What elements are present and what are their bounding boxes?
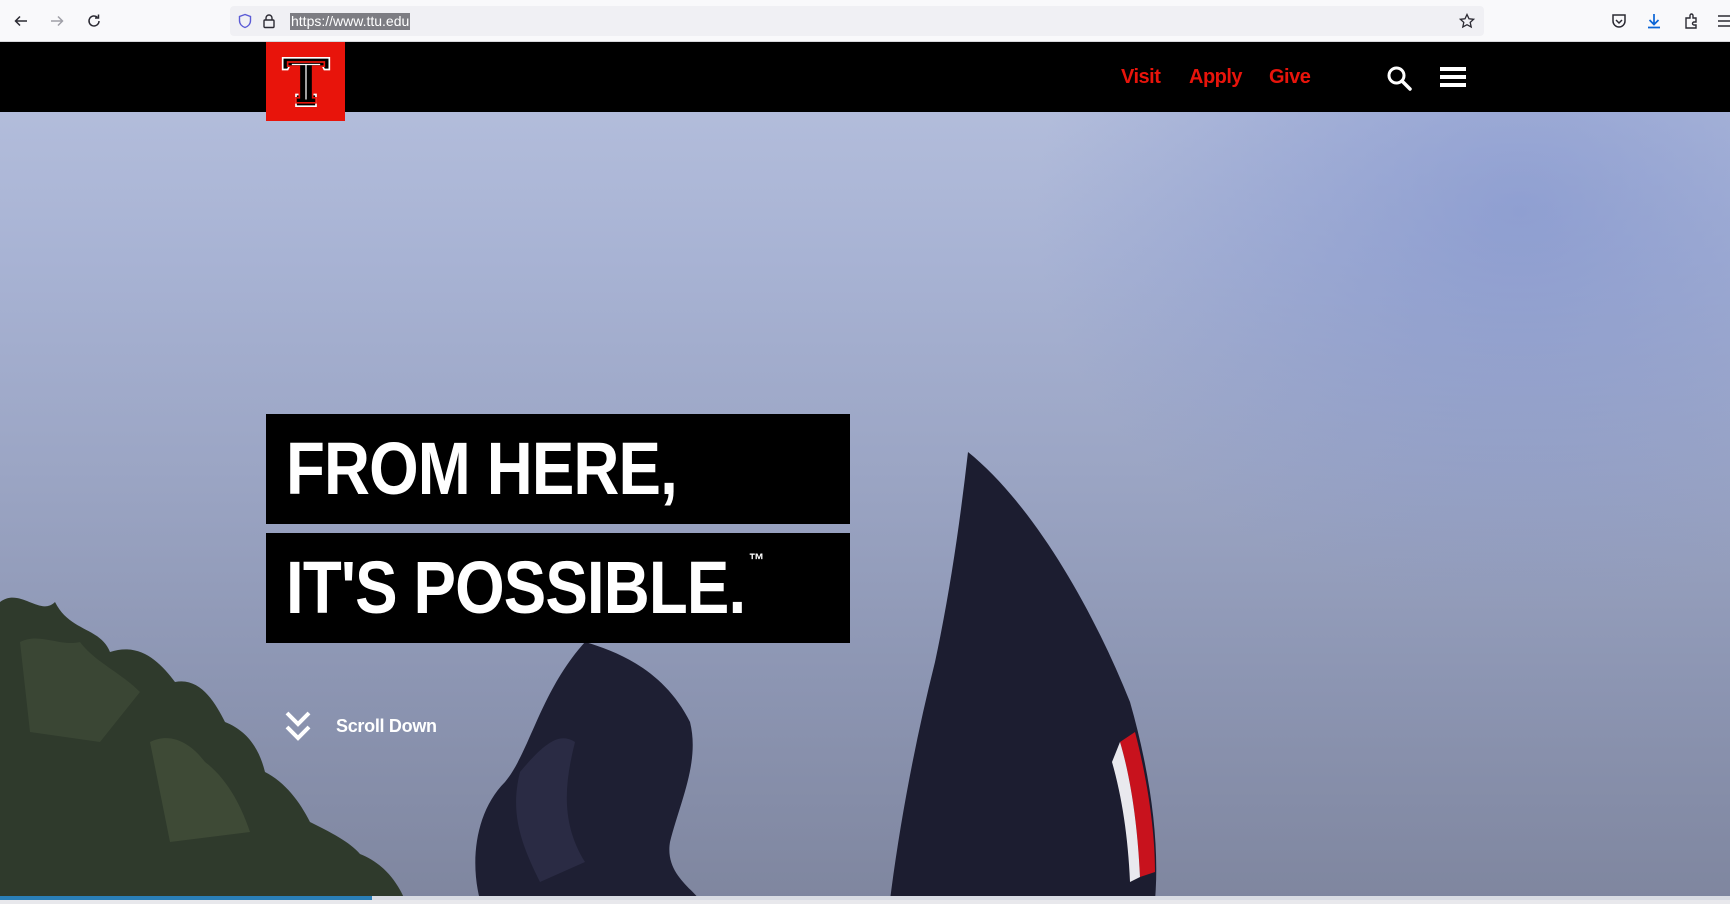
menu-icon[interactable]	[1716, 12, 1730, 30]
scroll-down-button[interactable]: Scroll Down	[284, 710, 437, 742]
browser-toolbar: https://www.ttu.edu	[0, 0, 1730, 42]
nav-give-link[interactable]: Give	[1269, 66, 1311, 89]
scroll-down-label: Scroll Down	[336, 715, 437, 736]
right-flag-image	[890, 452, 1157, 900]
hamburger-icon[interactable]	[1440, 65, 1466, 89]
page-viewport: Visit Apply Give FROM HERE, IT'S POSSIBL…	[0, 42, 1730, 900]
reload-icon[interactable]	[81, 8, 107, 34]
nav-apply-link[interactable]: Apply	[1189, 66, 1243, 89]
tree-image	[0, 597, 405, 900]
site-header: Visit Apply Give	[0, 42, 1730, 112]
window-bottom-edge	[0, 900, 1730, 904]
lock-icon[interactable]	[261, 13, 277, 29]
nav-visit-link[interactable]: Visit	[1121, 66, 1161, 89]
hero-line1-text: FROM HERE,	[286, 427, 678, 510]
double-chevron-down-icon	[285, 711, 311, 741]
hero-line2-text: IT'S POSSIBLE.	[286, 546, 746, 629]
trademark-symbol: ™	[748, 550, 764, 570]
hero-headline-line2: IT'S POSSIBLE. ™	[266, 533, 850, 643]
address-bar[interactable]: https://www.ttu.edu	[230, 6, 1484, 36]
extensions-icon[interactable]	[1682, 12, 1700, 30]
hero-scenery	[0, 452, 1157, 900]
download-icon[interactable]	[1645, 12, 1663, 30]
search-icon[interactable]	[1386, 65, 1412, 91]
url-text[interactable]: https://www.ttu.edu	[290, 13, 411, 30]
left-flag-image	[475, 642, 700, 900]
forward-icon[interactable]	[44, 8, 70, 34]
hero-headline-line1: FROM HERE,	[266, 414, 850, 524]
star-icon[interactable]	[1458, 12, 1476, 29]
shield-icon[interactable]	[237, 13, 253, 29]
back-icon[interactable]	[8, 8, 34, 34]
texas-tech-logo[interactable]	[266, 42, 345, 121]
pocket-icon[interactable]	[1610, 12, 1628, 30]
double-t-icon	[281, 56, 330, 107]
